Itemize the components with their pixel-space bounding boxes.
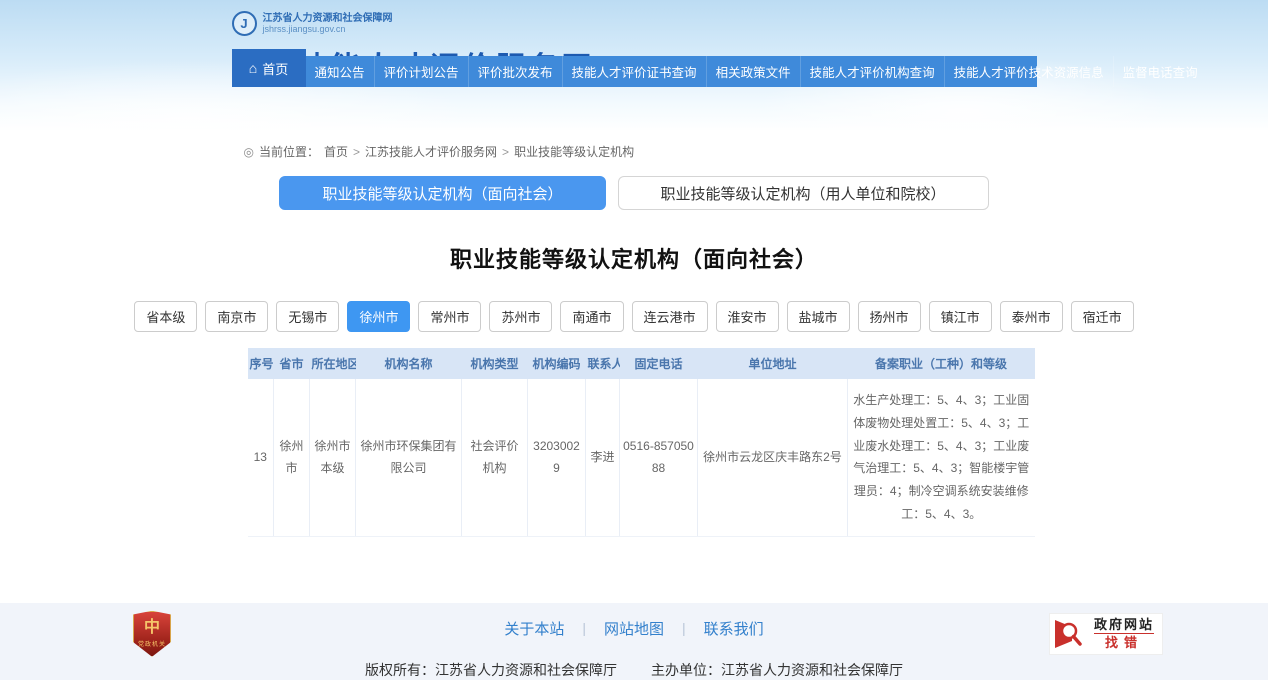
breadcrumb: ◎ 当前位置： 首页 > 江苏技能人才评价服务网 > 职业技能等级认定机构: [232, 130, 1037, 160]
nav-item-home[interactable]: ⌂ 首页: [232, 49, 306, 87]
table-row: 13 徐州市 徐州市本级 徐州市环保集团有限公司 社会评价机构 32030029…: [248, 379, 1035, 536]
city-filter-taizhou[interactable]: 泰州市: [1000, 301, 1063, 332]
breadcrumb-separator: >: [353, 145, 360, 159]
org-table: 序号 省市 所在地区 机构名称 机构类型 机构编码 联系人 固定电话 单位地址 …: [248, 348, 1035, 537]
party-gov-badge-label: 党政机关: [138, 639, 166, 648]
city-filter-zhenjiang[interactable]: 镇江市: [929, 301, 992, 332]
organizer-text: 主办单位：江苏省人力资源和社会保障厅: [651, 660, 903, 680]
city-filter-lianyungang[interactable]: 连云港市: [632, 301, 708, 332]
col-header-org-name: 机构名称: [356, 348, 462, 379]
logo-site-url: jshrss.jiangsu.gov.cn: [263, 24, 393, 34]
breadcrumb-separator: >: [502, 145, 509, 159]
footer-link-sitemap[interactable]: 网站地图: [604, 618, 664, 639]
nav-item-cert-query[interactable]: 技能人才评价证书查询: [562, 56, 706, 87]
col-header-no: 序号: [248, 348, 274, 379]
city-filter-yancheng[interactable]: 盐城市: [787, 301, 850, 332]
city-filter-nanjing[interactable]: 南京市: [205, 301, 268, 332]
col-header-address: 单位地址: [698, 348, 848, 379]
nav-item-org-query[interactable]: 技能人才评价机构查询: [800, 56, 944, 87]
party-gov-emblem-icon: 中: [144, 620, 160, 636]
nav-item-policy-docs[interactable]: 相关政策文件: [706, 56, 800, 87]
cell-address: 徐州市云龙区庆丰路东2号: [698, 379, 848, 536]
city-filter-wuxi[interactable]: 无锡市: [276, 301, 339, 332]
city-filter-suqian[interactable]: 宿迁市: [1071, 301, 1134, 332]
city-filter-bar: 省本级 南京市 无锡市 徐州市 常州市 苏州市 南通市 连云港市 淮安市 盐城市…: [232, 301, 1037, 332]
nav-item-eval-plan[interactable]: 评价计划公告: [374, 56, 468, 87]
magnifier-icon: [1054, 617, 1088, 651]
cell-contact: 李进: [586, 379, 620, 536]
category-tabs: 职业技能等级认定机构（面向社会） 职业技能等级认定机构（用人单位和院校）: [232, 176, 1037, 210]
cell-province: 徐州市: [274, 379, 310, 536]
city-filter-provincial[interactable]: 省本级: [134, 301, 197, 332]
copyright-text: 版权所有：江苏省人力资源和社会保障厅: [365, 660, 617, 680]
nav-item-supervision-phone[interactable]: 监督电话查询: [1113, 56, 1207, 87]
cell-phone: 0516-85705088: [620, 379, 698, 536]
city-filter-nantong[interactable]: 南通市: [560, 301, 623, 332]
tab-social-orgs[interactable]: 职业技能等级认定机构（面向社会）: [279, 176, 605, 210]
nav-item-notices[interactable]: 通知公告: [306, 56, 374, 87]
city-filter-huaian[interactable]: 淮安市: [716, 301, 779, 332]
col-header-jobs: 备案职业（工种）和等级: [848, 348, 1035, 379]
breadcrumb-home[interactable]: 首页: [324, 143, 348, 160]
footer-link-about[interactable]: 关于本站: [504, 618, 564, 639]
cell-area: 徐州市本级: [310, 379, 356, 536]
logo-site-name: 江苏省人力资源和社会保障网: [263, 13, 393, 25]
cell-org-name: 徐州市环保集团有限公司: [356, 379, 462, 536]
city-filter-changzhou[interactable]: 常州市: [418, 301, 481, 332]
city-filter-suzhou[interactable]: 苏州市: [489, 301, 552, 332]
col-header-org-code: 机构编码: [528, 348, 586, 379]
footer-link-separator: |: [682, 620, 686, 636]
main-nav: ⌂ 首页 通知公告 评价计划公告 评价批次发布 技能人才评价证书查询 相关政策文…: [232, 56, 1037, 87]
page-title: 职业技能等级认定机构（面向社会）: [232, 242, 1037, 274]
cell-no: 13: [248, 379, 274, 536]
col-header-province: 省市: [274, 348, 310, 379]
col-header-phone: 固定电话: [620, 348, 698, 379]
find-error-badge-subtitle: 找错: [1105, 635, 1143, 651]
header: J 江苏省人力资源和社会保障网 jshrss.jiangsu.gov.cn 江苏…: [0, 0, 1268, 130]
col-header-area: 所在地区: [310, 348, 356, 379]
footer-link-separator: |: [582, 620, 586, 636]
nav-item-tech-resources[interactable]: 技能人才评价技术资源信息: [944, 56, 1113, 87]
table-header-row: 序号 省市 所在地区 机构名称 机构类型 机构编码 联系人 固定电话 单位地址 …: [248, 348, 1035, 379]
city-filter-xuzhou[interactable]: 徐州市: [347, 301, 410, 332]
copyright-row: 版权所有：江苏省人力资源和社会保障厅 主办单位：江苏省人力资源和社会保障厅: [0, 660, 1268, 680]
location-pin-icon: ◎: [244, 145, 254, 159]
footer-link-contact[interactable]: 联系我们: [704, 618, 764, 639]
site-logo[interactable]: J 江苏省人力资源和社会保障网 jshrss.jiangsu.gov.cn: [232, 0, 1037, 36]
breadcrumb-label: 当前位置：: [259, 143, 319, 160]
org-table-wrap: 序号 省市 所在地区 机构名称 机构类型 机构编码 联系人 固定电话 单位地址 …: [248, 348, 1035, 537]
cell-org-code: 32030029: [528, 379, 586, 536]
breadcrumb-current: 职业技能等级认定机构: [514, 143, 634, 160]
city-filter-yangzhou[interactable]: 扬州市: [858, 301, 921, 332]
cell-org-type: 社会评价机构: [462, 379, 528, 536]
nav-item-eval-batch[interactable]: 评价批次发布: [468, 56, 562, 87]
breadcrumb-site[interactable]: 江苏技能人才评价服务网: [365, 143, 497, 160]
nav-home-label: 首页: [262, 59, 288, 78]
col-header-org-type: 机构类型: [462, 348, 528, 379]
hrss-logo-icon: J: [232, 11, 257, 36]
tab-employer-school-orgs[interactable]: 职业技能等级认定机构（用人单位和院校）: [618, 176, 989, 210]
home-icon: ⌂: [249, 61, 257, 75]
col-header-contact: 联系人: [586, 348, 620, 379]
gov-site-find-error-badge[interactable]: 政府网站 找错: [1050, 614, 1162, 654]
party-gov-badge[interactable]: 中 党政机关: [133, 611, 171, 657]
cell-jobs: 水生产处理工：5、4、3；工业固体废物处理处置工：5、4、3；工业废水处理工：5…: [848, 379, 1035, 536]
find-error-badge-title: 政府网站: [1094, 617, 1154, 635]
footer: 中 党政机关 关于本站 | 网站地图 | 联系我们 版权所有：江苏省人力资源和社…: [0, 603, 1268, 680]
